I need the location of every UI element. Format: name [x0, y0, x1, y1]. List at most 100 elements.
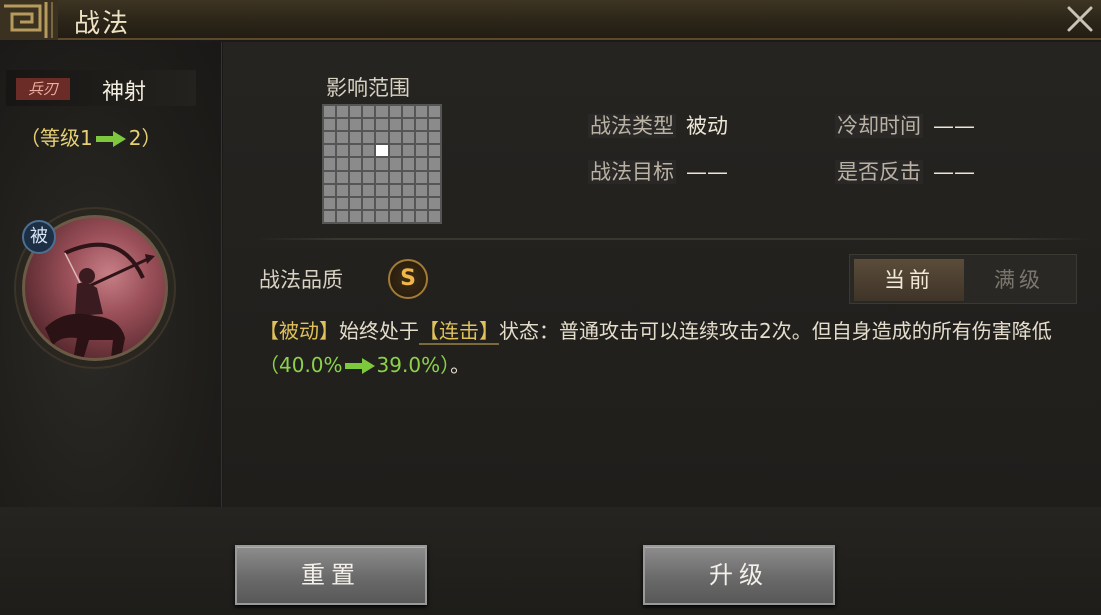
range-cell: [428, 171, 440, 183]
range-cell: [389, 145, 401, 157]
level-toggle: 当前 满级: [849, 254, 1077, 304]
range-cell: [428, 106, 440, 118]
range-cell: [415, 184, 427, 196]
quality-label: 战法品质: [259, 268, 343, 292]
range-cell: [376, 210, 388, 222]
range-cell: [376, 119, 388, 131]
range-cell: [363, 158, 375, 170]
range-cell: [402, 210, 414, 222]
window-title: 战法: [74, 9, 131, 39]
info-counter: 是否反击 ——: [835, 156, 975, 186]
tab-max-level[interactable]: 满级: [964, 259, 1074, 301]
skill-type-label: 战法类型: [590, 114, 674, 138]
range-cell: [324, 184, 336, 196]
fret-ornament-icon: [0, 0, 58, 40]
info-target: 战法目标 ——: [588, 156, 728, 186]
range-cell: [324, 158, 336, 170]
desc-paren: （: [259, 353, 279, 377]
arrow-right-icon: [95, 131, 126, 147]
divider: [253, 238, 1093, 240]
range-cell: [428, 119, 440, 131]
range-cell: [402, 197, 414, 209]
desc-text: 状态：普通攻击可以连续攻击2次。但自身造成的所有伤害降低: [499, 319, 1052, 343]
range-cell: [350, 106, 362, 118]
range-cell: [415, 145, 427, 157]
range-cell: [389, 119, 401, 131]
range-cell: [389, 184, 401, 196]
skill-name-row: 兵刃 神射: [6, 70, 196, 106]
desc-text: 。: [450, 353, 471, 377]
range-cell: [389, 158, 401, 170]
range-cell: [428, 145, 440, 157]
range-cell: [324, 145, 336, 157]
skill-name: 神射: [102, 80, 147, 105]
desc-tag-combo[interactable]: 【连击】: [419, 319, 499, 345]
range-cell: [363, 119, 375, 131]
desc-text: 始终处于: [339, 319, 419, 343]
range-cell: [402, 184, 414, 196]
range-cell: [350, 119, 362, 131]
tab-current[interactable]: 当前: [854, 259, 964, 301]
range-cell: [363, 184, 375, 196]
upgrade-button[interactable]: 升级: [643, 545, 835, 605]
range-cell: [428, 132, 440, 144]
action-bar: 重置 升级: [0, 507, 1101, 615]
range-cell: [428, 210, 440, 222]
range-cell: [376, 145, 388, 157]
range-cell: [389, 132, 401, 144]
range-cell: [389, 197, 401, 209]
skill-type-value: 被动: [686, 114, 728, 138]
skill-description: 【被动】始终处于【连击】状态：普通攻击可以连续攻击2次。但自身造成的所有伤害降低…: [259, 314, 1089, 382]
range-cell: [337, 171, 349, 183]
range-grid: [322, 104, 442, 224]
target-label: 战法目标: [590, 160, 674, 184]
close-icon[interactable]: [1063, 2, 1097, 36]
range-cell: [350, 145, 362, 157]
range-cell: [337, 132, 349, 144]
range-cell: [337, 197, 349, 209]
desc-paren: ）: [440, 353, 451, 377]
arrow-right-icon: [344, 358, 375, 374]
reset-button[interactable]: 重置: [235, 545, 427, 605]
range-cell: [350, 210, 362, 222]
range-cell: [337, 106, 349, 118]
range-cell: [389, 210, 401, 222]
range-cell: [415, 132, 427, 144]
range-cell: [350, 184, 362, 196]
weapon-type-tag: 兵刃: [16, 78, 70, 100]
range-cell: [350, 197, 362, 209]
range-cell: [337, 145, 349, 157]
range-cell: [324, 171, 336, 183]
level-to: 2）: [128, 126, 162, 150]
range-cell: [337, 210, 349, 222]
range-cell: [350, 171, 362, 183]
range-cell: [350, 158, 362, 170]
range-cell: [402, 158, 414, 170]
desc-tag-passive: 【被动】: [259, 319, 339, 343]
range-cell: [428, 197, 440, 209]
range-cell: [376, 132, 388, 144]
cooldown-label: 冷却时间: [837, 114, 921, 138]
passive-badge: 被: [22, 220, 56, 254]
range-cell: [415, 210, 427, 222]
info-cooldown: 冷却时间 ——: [835, 110, 975, 140]
counter-value: ——: [933, 160, 975, 184]
range-cell: [402, 119, 414, 131]
range-cell: [324, 119, 336, 131]
range-cell: [376, 171, 388, 183]
range-cell: [402, 132, 414, 144]
range-cell: [337, 184, 349, 196]
desc-value-to: 39.0%: [376, 353, 441, 377]
cooldown-value: ——: [933, 114, 975, 138]
range-cell: [363, 171, 375, 183]
range-cell: [350, 132, 362, 144]
range-cell: [376, 184, 388, 196]
range-cell: [324, 132, 336, 144]
range-cell: [415, 158, 427, 170]
range-cell: [324, 106, 336, 118]
range-cell: [337, 158, 349, 170]
desc-value-from: 40.0%: [279, 353, 343, 377]
range-cell: [415, 106, 427, 118]
target-value: ——: [686, 160, 728, 184]
range-cell: [389, 106, 401, 118]
